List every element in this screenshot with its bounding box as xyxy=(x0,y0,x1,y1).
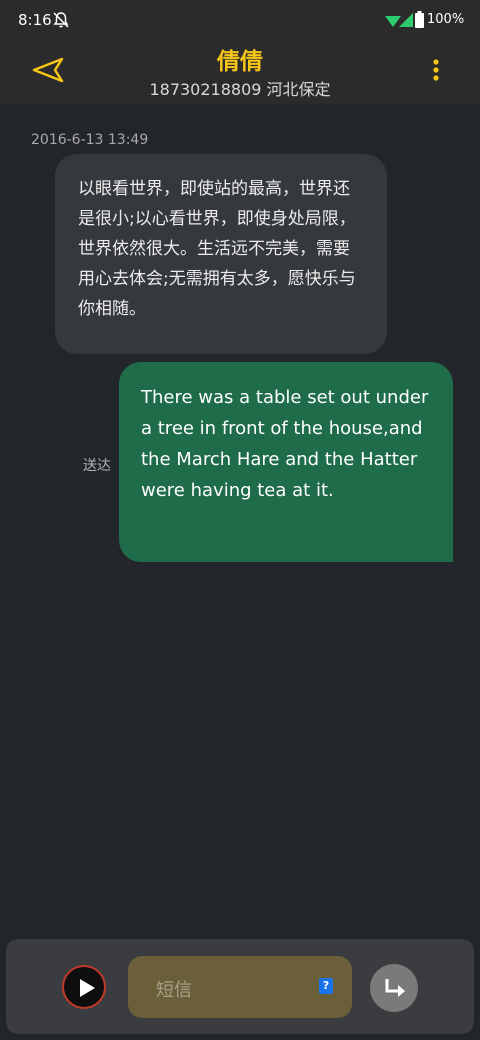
contact-name: 倩倩 xyxy=(217,49,263,75)
sms-placeholder: 短信 xyxy=(156,980,192,1001)
contact-number-location: 18730218809 河北保定 xyxy=(149,80,331,99)
signal-icon xyxy=(399,13,413,27)
play-icon xyxy=(80,979,95,997)
more-vert-icon[interactable] xyxy=(424,56,448,84)
delivery-status: 送达 xyxy=(83,458,111,474)
battery-icon xyxy=(415,11,424,28)
outgoing-message-bubble[interactable]: There was a table set out under a tree i… xyxy=(119,362,453,562)
outgoing-message-text: There was a table set out under a tree i… xyxy=(141,387,429,501)
sms-input[interactable]: 短信 ? xyxy=(128,956,352,1018)
play-button[interactable] xyxy=(62,965,106,1009)
incoming-message-text: 以眼看世界，即使站的最高，世界还是很小;以心看世界，即使身处局限，世界依然很大。… xyxy=(78,179,356,319)
compose-bar: 短信 ? xyxy=(6,939,474,1034)
message-timestamp: 2016-6-13 13:49 xyxy=(31,132,149,148)
sim-card-icon[interactable]: ? xyxy=(319,978,333,994)
status-time: 8:16 xyxy=(18,11,52,29)
battery-percent: 100% xyxy=(427,12,465,27)
send-button[interactable] xyxy=(370,964,418,1012)
bell-off-icon xyxy=(53,12,69,28)
conversation-header: 倩倩 18730218809 河北保定 xyxy=(0,40,480,104)
sms-conversation-screen: 8:16 100% 倩倩 18730218809 河北保定 2016-6-13 … xyxy=(0,0,480,1040)
send-icon xyxy=(385,979,405,997)
incoming-message-bubble[interactable]: 以眼看世界，即使站的最高，世界还是很小;以心看世界，即使身处局限，世界依然很大。… xyxy=(55,154,387,354)
status-bar: 8:16 100% xyxy=(0,0,480,40)
